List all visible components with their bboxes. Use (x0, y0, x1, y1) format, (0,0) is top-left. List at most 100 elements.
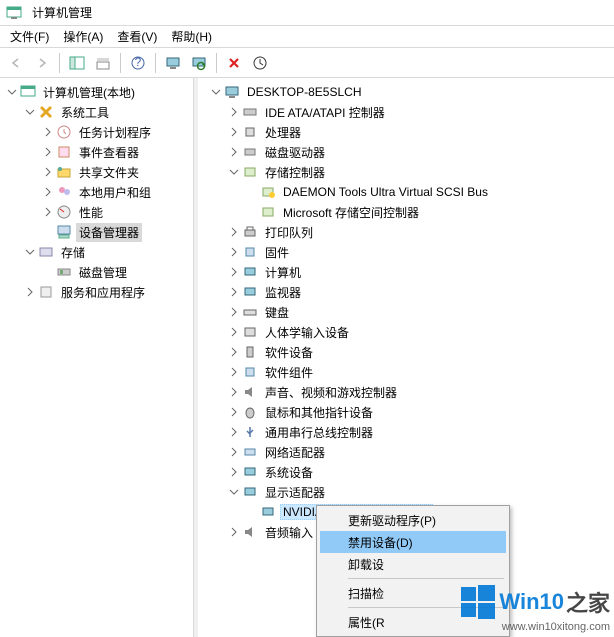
ide-ata[interactable]: IDE ATA/ATAPI 控制器 (198, 102, 614, 122)
tree-label: Microsoft 存储空间控制器 (280, 203, 422, 222)
print-queues[interactable]: 打印队列 (198, 222, 614, 242)
ms-storage-ctrl[interactable]: Microsoft 存储空间控制器 (198, 202, 614, 222)
disk-drives[interactable]: 磁盘驱动器 (198, 142, 614, 162)
expand-icon[interactable] (226, 284, 242, 300)
collapse-icon[interactable] (4, 84, 20, 100)
monitors[interactable]: 监视器 (198, 282, 614, 302)
show-hide-button[interactable] (65, 51, 89, 75)
storage-group[interactable]: 存储 (0, 242, 193, 262)
expand-icon[interactable] (226, 224, 242, 240)
processors[interactable]: 处理器 (198, 122, 614, 142)
tree-label: 声音、视频和游戏控制器 (262, 383, 400, 402)
computer-icon (224, 84, 240, 100)
event-icon (56, 144, 72, 160)
windows-logo-icon (459, 583, 497, 621)
printer-icon (242, 224, 258, 240)
hid[interactable]: 人体学输入设备 (198, 322, 614, 342)
scan-button[interactable] (248, 51, 272, 75)
system-tools-group[interactable]: 系统工具 (0, 102, 193, 122)
delete-button[interactable] (222, 51, 246, 75)
expand-icon[interactable] (226, 364, 242, 380)
device-tree-root[interactable]: DESKTOP-8E5SLCH (198, 82, 614, 102)
expand-icon[interactable] (40, 184, 56, 200)
forward-button[interactable] (30, 51, 54, 75)
ide-icon (242, 104, 258, 120)
computer-cat[interactable]: 计算机 (198, 262, 614, 282)
scsi-icon (260, 184, 276, 200)
expand-icon[interactable] (40, 124, 56, 140)
tree-label: 鼠标和其他指针设备 (262, 403, 376, 422)
collapse-icon[interactable] (226, 164, 242, 180)
tree-label: 计算机 (262, 263, 304, 282)
expand-icon[interactable] (226, 404, 242, 420)
menubar: 文件(F) 操作(A) 查看(V) 帮助(H) (0, 26, 614, 48)
keyboards[interactable]: 键盘 (198, 302, 614, 322)
monitor-icon (242, 284, 258, 300)
shared-folders[interactable]: 共享文件夹 (0, 162, 193, 182)
menu-view[interactable]: 查看(V) (111, 26, 163, 47)
menu-file[interactable]: 文件(F) (4, 26, 55, 47)
collapse-icon[interactable] (22, 104, 38, 120)
component-icon (242, 364, 258, 380)
expand-icon[interactable] (226, 304, 242, 320)
task-scheduler[interactable]: 任务计划程序 (0, 122, 193, 142)
expand-icon[interactable] (226, 444, 242, 460)
network-adapters[interactable]: 网络适配器 (198, 442, 614, 462)
firmware[interactable]: 固件 (198, 242, 614, 262)
back-button[interactable] (4, 51, 28, 75)
hid-icon (242, 324, 258, 340)
software-devices[interactable]: 软件设备 (198, 342, 614, 362)
local-users[interactable]: 本地用户和组 (0, 182, 193, 202)
tree-label: 共享文件夹 (76, 163, 142, 182)
usb-icon (242, 424, 258, 440)
usb[interactable]: 通用串行总线控制器 (198, 422, 614, 442)
toolbar-separator (216, 53, 217, 73)
daemon-tools[interactable]: DAEMON Tools Ultra Virtual SCSI Bus (198, 182, 614, 202)
properties-button[interactable] (91, 51, 115, 75)
tree-label: 计算机管理(本地) (40, 83, 138, 102)
watermark-brand: Win10 (499, 589, 564, 615)
collapse-icon[interactable] (226, 484, 242, 500)
expand-icon[interactable] (226, 384, 242, 400)
expand-icon[interactable] (226, 244, 242, 260)
device-mgr-icon (56, 224, 72, 240)
software-components[interactable]: 软件组件 (198, 362, 614, 382)
expand-icon[interactable] (40, 164, 56, 180)
expand-icon[interactable] (226, 104, 242, 120)
expand-icon[interactable] (226, 424, 242, 440)
expand-icon[interactable] (226, 464, 242, 480)
display-adapters[interactable]: 显示适配器 (198, 482, 614, 502)
device-manager[interactable]: 设备管理器 (0, 222, 193, 242)
storage-controllers[interactable]: 存储控制器 (198, 162, 614, 182)
collapse-icon[interactable] (208, 84, 224, 100)
mice[interactable]: 鼠标和其他指针设备 (198, 402, 614, 422)
services-group[interactable]: 服务和应用程序 (0, 282, 193, 302)
monitor-icon (242, 264, 258, 280)
expand-icon[interactable] (226, 124, 242, 140)
menu-help[interactable]: 帮助(H) (165, 26, 218, 47)
ctx-uninstall[interactable]: 卸载设 (320, 553, 506, 575)
collapse-icon[interactable] (22, 244, 38, 260)
event-viewer[interactable]: 事件查看器 (0, 142, 193, 162)
tree-root[interactable]: 计算机管理(本地) (0, 82, 193, 102)
expand-icon[interactable] (40, 204, 56, 220)
expand-icon[interactable] (226, 524, 242, 540)
expand-icon[interactable] (226, 324, 242, 340)
help-button[interactable]: ? (126, 51, 150, 75)
expand-icon[interactable] (226, 144, 242, 160)
expand-icon[interactable] (226, 264, 242, 280)
watermark-suffix: 之家 (566, 586, 610, 618)
expand-icon[interactable] (40, 144, 56, 160)
performance[interactable]: 性能 (0, 202, 193, 222)
refresh-button[interactable] (187, 51, 211, 75)
disk-mgmt[interactable]: 磁盘管理 (0, 262, 193, 282)
clock-icon (56, 124, 72, 140)
expand-icon[interactable] (226, 344, 242, 360)
ctx-disable-device[interactable]: 禁用设备(D) (320, 531, 506, 553)
computer-button[interactable] (161, 51, 185, 75)
ctx-update-driver[interactable]: 更新驱动程序(P) (320, 509, 506, 531)
expand-icon[interactable] (22, 284, 38, 300)
sound-video[interactable]: 声音、视频和游戏控制器 (198, 382, 614, 402)
menu-action[interactable]: 操作(A) (57, 26, 109, 47)
system-devices[interactable]: 系统设备 (198, 462, 614, 482)
